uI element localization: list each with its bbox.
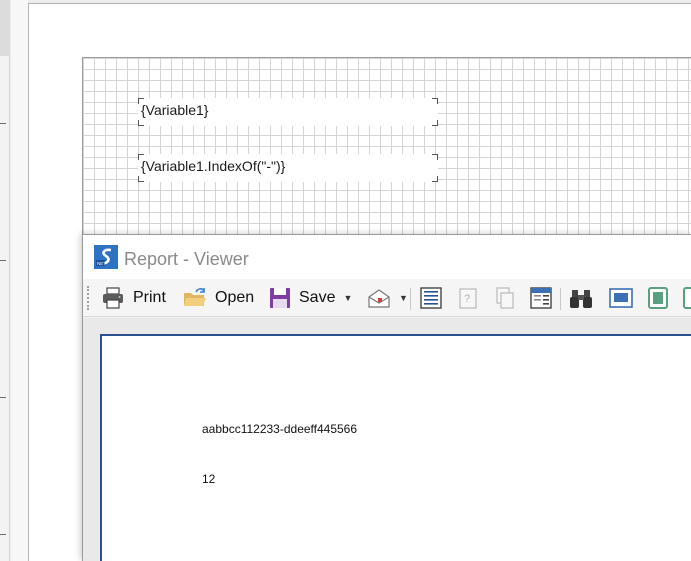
ruler-tick — [0, 260, 6, 261]
save-disk-icon — [270, 288, 290, 308]
text-component-variable1[interactable]: {Variable1} — [138, 98, 438, 126]
open-button[interactable]: Open — [183, 286, 254, 310]
chevron-down-icon[interactable]: ▼ — [399, 293, 408, 303]
single-page-button[interactable] — [609, 286, 633, 310]
text-expression: {Variable1.IndexOf("-")} — [141, 158, 286, 174]
thumbnails-icon — [496, 287, 514, 309]
send-email-button[interactable]: ▼ — [367, 286, 408, 310]
app-logo-icon: NET — [94, 245, 118, 269]
ruler-tick — [0, 534, 6, 535]
thumbnails-button[interactable] — [493, 286, 515, 310]
report-text-variable1: aabbcc112233-ddeeff445566 — [202, 422, 358, 436]
continuous-view-icon — [648, 287, 668, 309]
preview-area[interactable]: aabbcc112233-ddeeff445566 12 — [83, 318, 691, 561]
title-bar[interactable]: NET Report - Viewer — [83, 235, 691, 279]
folder-open-icon — [184, 288, 206, 306]
window-title: Report - Viewer — [124, 249, 249, 269]
toolbar-grip[interactable] — [87, 286, 89, 310]
continuous-page-button[interactable] — [647, 286, 669, 310]
ruler-tick — [0, 123, 6, 124]
designer-margin — [11, 0, 28, 561]
svg-text:?: ? — [464, 293, 470, 305]
corner-marker — [138, 120, 144, 126]
viewer-toolbar: Print Open Save ▼ ▼ ? — [83, 279, 691, 317]
ruler-tick — [0, 397, 6, 398]
multiple-pages-button[interactable] — [683, 286, 691, 310]
bookmarks-button[interactable] — [419, 286, 443, 310]
toolbar-separator — [560, 288, 561, 310]
report-band[interactable]: {Variable1} {Variable1.IndexOf("-")} — [82, 57, 691, 257]
corner-marker — [432, 120, 438, 126]
page-view-icon — [609, 288, 633, 308]
corner-marker — [138, 176, 144, 182]
toolbar-separator — [410, 288, 411, 310]
svg-text:NET: NET — [97, 261, 106, 266]
chevron-down-icon[interactable]: ▼ — [343, 293, 352, 303]
text-expression: {Variable1} — [141, 102, 209, 118]
binoculars-icon — [570, 290, 592, 308]
multi-page-view-icon — [683, 287, 691, 309]
report-text-indexof: 12 — [202, 472, 216, 486]
table-icon — [530, 287, 552, 309]
editor-button[interactable] — [529, 286, 553, 310]
corner-marker — [432, 98, 438, 104]
printer-icon — [103, 287, 123, 309]
ruler-header — [0, 0, 10, 56]
parameters-icon: ? — [459, 288, 477, 309]
save-button[interactable]: Save ▼ — [269, 286, 352, 310]
corner-marker — [432, 176, 438, 182]
report-viewer-window: NET Report - Viewer Print Open Save ▼ ▼ … — [82, 234, 691, 561]
open-label: Open — [215, 289, 255, 306]
print-button[interactable]: Print — [101, 286, 166, 310]
find-button[interactable] — [569, 286, 593, 310]
report-page: aabbcc112233-ddeeff445566 12 — [100, 334, 691, 561]
parameters-button[interactable]: ? — [457, 286, 479, 310]
email-icon — [368, 289, 390, 308]
corner-marker — [432, 154, 438, 160]
text-component-indexof[interactable]: {Variable1.IndexOf("-")} — [138, 154, 438, 182]
vertical-ruler — [0, 0, 10, 561]
print-label: Print — [133, 289, 166, 306]
bookmarks-icon — [420, 287, 442, 309]
save-label: Save — [299, 289, 336, 306]
